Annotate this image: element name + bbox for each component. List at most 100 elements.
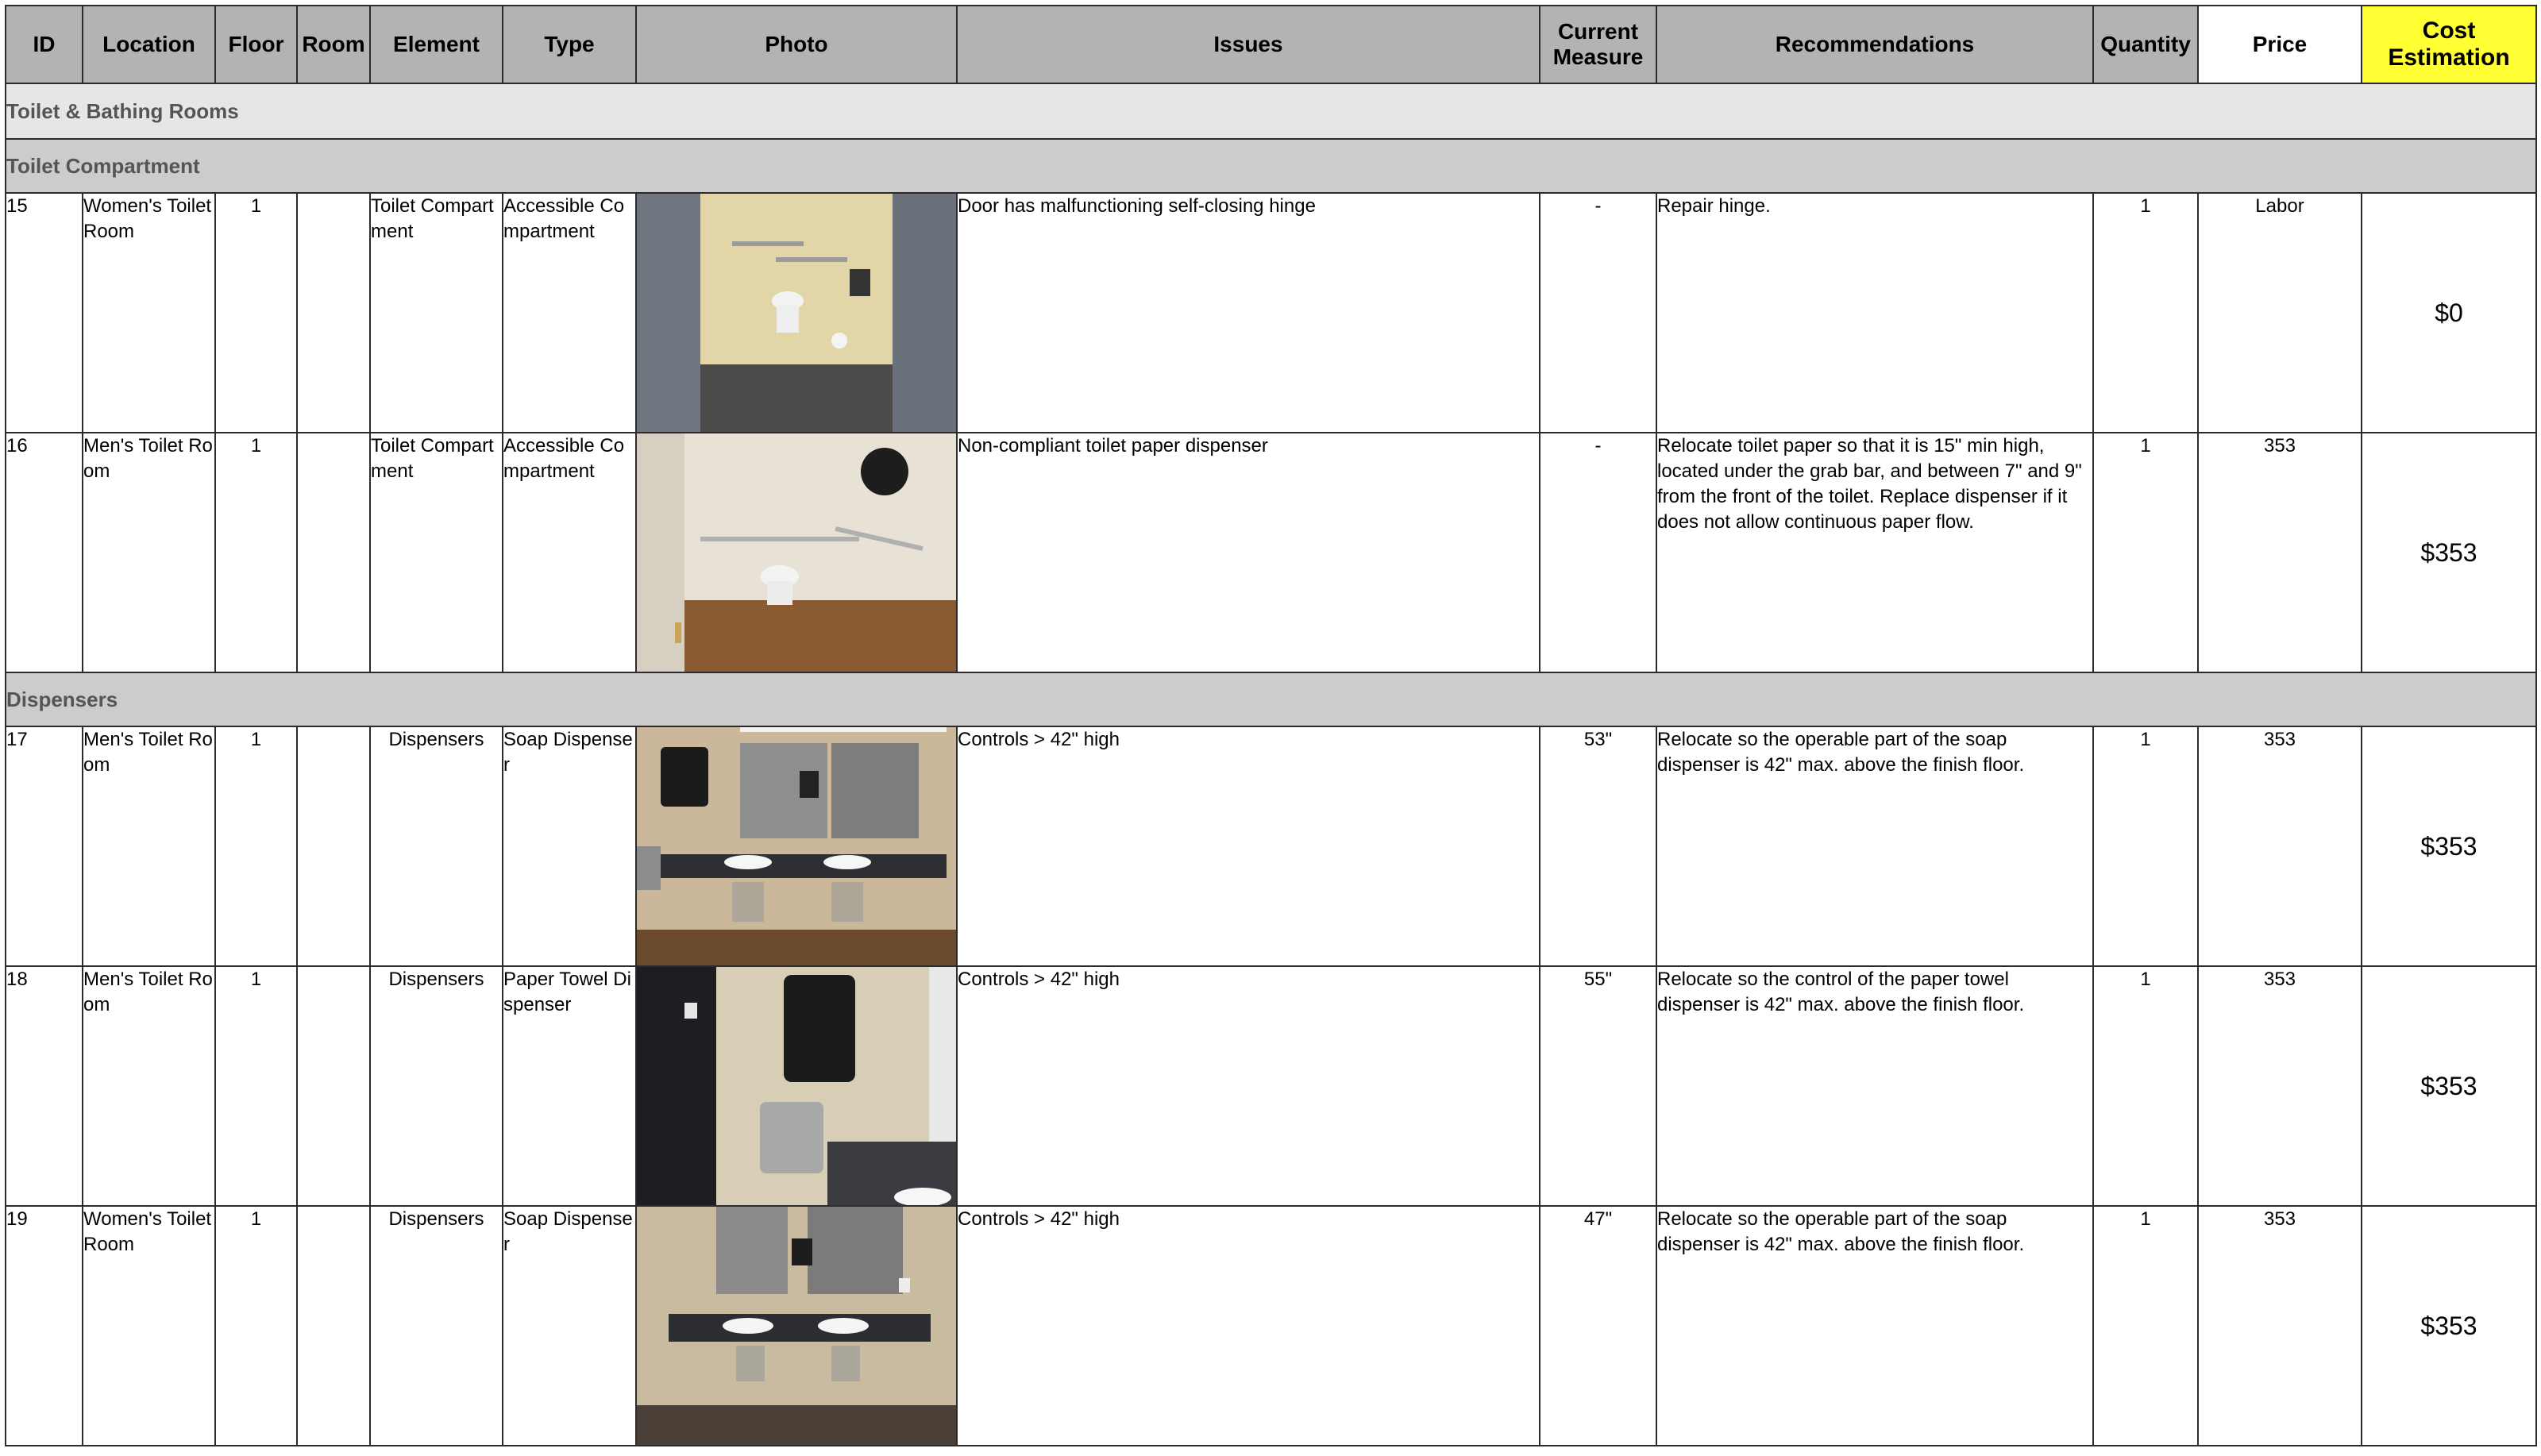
cell-photo[interactable] <box>635 965 958 1207</box>
cell-type[interactable]: Soap Dispenser <box>502 726 637 967</box>
sink-counter-photo <box>638 728 955 965</box>
header-cost-line1: Cost <box>2422 17 2476 44</box>
cell-id[interactable]: 16 <box>5 432 83 673</box>
table-row: 16 Men's Toilet Room 1 Toilet Compartmen… <box>5 432 2537 673</box>
toilet-paper-dispenser-photo <box>638 434 955 671</box>
cell-quantity[interactable]: 1 <box>2092 432 2199 673</box>
cell-location[interactable]: Men's Toilet Room <box>82 965 216 1207</box>
table-row: 17 Men's Toilet Room 1 Dispensers Soap D… <box>5 726 2537 967</box>
cell-id[interactable]: 19 <box>5 1205 83 1446</box>
header-quantity[interactable]: Quantity <box>2092 5 2199 84</box>
header-row: ID Location Floor Room Element Type Phot… <box>5 5 2537 84</box>
header-location[interactable]: Location <box>82 5 216 84</box>
cell-quantity[interactable]: 1 <box>2092 726 2199 967</box>
cell-floor[interactable]: 1 <box>214 192 298 433</box>
subsection-row: Toilet Compartment <box>5 138 2537 194</box>
header-issues[interactable]: Issues <box>956 5 1540 84</box>
cell-cost[interactable]: $353 <box>2361 432 2537 673</box>
header-room[interactable]: Room <box>296 5 371 84</box>
cell-location[interactable]: Women's Toilet Room <box>82 192 216 433</box>
header-price[interactable]: Price <box>2197 5 2362 84</box>
section-row: Toilet & Bathing Rooms <box>5 83 2537 140</box>
cell-type[interactable]: Paper Towel Dispenser <box>502 965 637 1207</box>
cell-element[interactable]: Dispensers <box>369 965 503 1207</box>
header-id[interactable]: ID <box>5 5 83 84</box>
header-floor[interactable]: Floor <box>214 5 298 84</box>
cell-photo[interactable] <box>635 726 958 967</box>
header-cost-estimation[interactable]: Cost Estimation <box>2361 5 2537 84</box>
cell-issue[interactable]: Controls > 42" high <box>956 726 1540 967</box>
cell-room[interactable] <box>296 965 371 1207</box>
cell-type[interactable]: Accessible Compartment <box>502 432 637 673</box>
cell-floor[interactable]: 1 <box>214 965 298 1207</box>
cell-room[interactable] <box>296 1205 371 1446</box>
cell-recommendation[interactable]: Repair hinge. <box>1656 192 2094 433</box>
cell-issue[interactable]: Non-compliant toilet paper dispenser <box>956 432 1540 673</box>
header-element[interactable]: Element <box>369 5 503 84</box>
women-sink-counter-photo <box>638 1208 955 1444</box>
cell-measure[interactable]: - <box>1539 192 1657 433</box>
cell-recommendation[interactable]: Relocate toilet paper so that it is 15" … <box>1656 432 2094 673</box>
cell-floor[interactable]: 1 <box>214 726 298 967</box>
cell-measure[interactable]: 53" <box>1539 726 1657 967</box>
cell-location[interactable]: Women's Toilet Room <box>82 1205 216 1446</box>
cell-type[interactable]: Accessible Compartment <box>502 192 637 433</box>
cell-issue[interactable]: Door has malfunctioning self-closing hin… <box>956 192 1540 433</box>
cell-room[interactable] <box>296 432 371 673</box>
cell-type[interactable]: Soap Dispenser <box>502 1205 637 1446</box>
header-recommendations[interactable]: Recommendations <box>1656 5 2094 84</box>
cell-photo[interactable] <box>635 432 958 673</box>
subsection-row: Dispensers <box>5 672 2537 727</box>
cell-price[interactable]: 353 <box>2197 726 2362 967</box>
cell-price[interactable]: 353 <box>2197 1205 2362 1446</box>
cell-quantity[interactable]: 1 <box>2092 1205 2199 1446</box>
cell-element[interactable]: Dispensers <box>369 726 503 967</box>
toilet-stall-photo <box>638 195 955 431</box>
cell-floor[interactable]: 1 <box>214 432 298 673</box>
cell-floor[interactable]: 1 <box>214 1205 298 1446</box>
cell-location[interactable]: Men's Toilet Room <box>82 726 216 967</box>
cost-estimation-table: ID Location Floor Room Element Type Phot… <box>5 5 2537 1446</box>
header-cost-line2: Estimation <box>2388 44 2510 71</box>
table-row: 18 Men's Toilet Room 1 Dispensers Paper … <box>5 965 2537 1207</box>
header-current-measure-line1: Current <box>1557 19 1639 44</box>
cell-cost[interactable]: $353 <box>2361 965 2537 1207</box>
cell-id[interactable]: 17 <box>5 726 83 967</box>
cell-element[interactable]: Dispensers <box>369 1205 503 1446</box>
cell-recommendation[interactable]: Relocate so the control of the paper tow… <box>1656 965 2094 1207</box>
cell-cost[interactable]: $353 <box>2361 726 2537 967</box>
cell-element[interactable]: Toilet Compartment <box>369 432 503 673</box>
cell-recommendation[interactable]: Relocate so the operable part of the soa… <box>1656 726 2094 967</box>
cell-issue[interactable]: Controls > 42" high <box>956 1205 1540 1446</box>
subsection-title: Dispensers <box>5 672 2537 727</box>
cell-cost[interactable]: $353 <box>2361 1205 2537 1446</box>
cell-price[interactable]: Labor <box>2197 192 2362 433</box>
cell-id[interactable]: 18 <box>5 965 83 1207</box>
cell-measure[interactable]: 47" <box>1539 1205 1657 1446</box>
cell-element[interactable]: Toilet Compartment <box>369 192 503 433</box>
cell-photo[interactable] <box>635 192 958 433</box>
cell-room[interactable] <box>296 192 371 433</box>
table-row: 15 Women's Toilet Room 1 Toilet Compartm… <box>5 192 2537 433</box>
cell-quantity[interactable]: 1 <box>2092 192 2199 433</box>
cell-price[interactable]: 353 <box>2197 432 2362 673</box>
header-photo[interactable]: Photo <box>635 5 958 84</box>
subsection-title: Toilet Compartment <box>5 138 2537 194</box>
cell-quantity[interactable]: 1 <box>2092 965 2199 1207</box>
table-row: 19 Women's Toilet Room 1 Dispensers Soap… <box>5 1205 2537 1446</box>
cell-room[interactable] <box>296 726 371 967</box>
section-title: Toilet & Bathing Rooms <box>5 83 2537 140</box>
header-current-measure[interactable]: Current Measure <box>1539 5 1657 84</box>
paper-towel-dispenser-photo <box>638 968 955 1204</box>
cell-location[interactable]: Men's Toilet Room <box>82 432 216 673</box>
cell-photo[interactable] <box>635 1205 958 1446</box>
header-type[interactable]: Type <box>502 5 637 84</box>
cell-price[interactable]: 353 <box>2197 965 2362 1207</box>
cell-measure[interactable]: 55" <box>1539 965 1657 1207</box>
cell-measure[interactable]: - <box>1539 432 1657 673</box>
cell-recommendation[interactable]: Relocate so the operable part of the soa… <box>1656 1205 2094 1446</box>
header-current-measure-line2: Measure <box>1552 44 1644 69</box>
cell-issue[interactable]: Controls > 42" high <box>956 965 1540 1207</box>
cell-id[interactable]: 15 <box>5 192 83 433</box>
cell-cost[interactable]: $0 <box>2361 192 2537 433</box>
